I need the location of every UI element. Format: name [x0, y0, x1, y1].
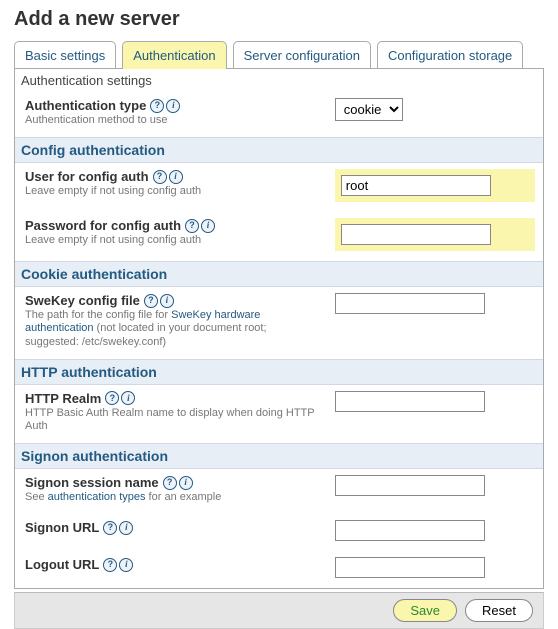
- swekey-label: SweKey config file: [25, 293, 140, 308]
- tab-bar: Basic settings Authentication Server con…: [0, 41, 558, 69]
- tab-authentication[interactable]: Authentication: [122, 41, 226, 69]
- auth-type-select[interactable]: cookie: [335, 98, 403, 121]
- row-http-realm: HTTP Realm ? i HTTP Basic Auth Realm nam…: [15, 385, 543, 443]
- http-realm-hint: HTTP Basic Auth Realm name to display wh…: [25, 407, 321, 433]
- row-swekey: SweKey config file ? i The path for the …: [15, 287, 543, 359]
- reset-button[interactable]: Reset: [465, 599, 533, 622]
- signon-url-input[interactable]: [335, 520, 485, 541]
- page-title: Add a new server: [14, 8, 558, 31]
- auth-type-hint: Authentication method to use: [25, 114, 321, 127]
- info-icon[interactable]: i: [119, 521, 133, 535]
- info-icon[interactable]: i: [169, 170, 183, 184]
- help-icon[interactable]: ?: [185, 219, 199, 233]
- info-icon[interactable]: i: [179, 476, 193, 490]
- group-signon-auth: Signon authentication: [15, 443, 543, 469]
- row-logout-url: Logout URL ? i: [15, 551, 543, 588]
- help-icon[interactable]: ?: [144, 294, 158, 308]
- panel-title: Authentication settings: [15, 69, 543, 92]
- info-icon[interactable]: i: [166, 99, 180, 113]
- tab-server-configuration[interactable]: Server configuration: [233, 41, 371, 69]
- info-icon[interactable]: i: [121, 391, 135, 405]
- signon-name-input[interactable]: [335, 475, 485, 496]
- signon-name-label: Signon session name: [25, 475, 159, 490]
- row-config-user: User for config auth ? i Leave empty if …: [15, 163, 543, 212]
- row-config-password: Password for config auth ? i Leave empty…: [15, 212, 543, 261]
- info-icon[interactable]: i: [160, 294, 174, 308]
- tab-basic-settings[interactable]: Basic settings: [14, 41, 116, 69]
- info-icon[interactable]: i: [119, 558, 133, 572]
- config-password-label: Password for config auth: [25, 218, 181, 233]
- help-icon[interactable]: ?: [153, 170, 167, 184]
- row-auth-type: Authentication type ? i Authentication m…: [15, 92, 543, 137]
- help-icon[interactable]: ?: [163, 476, 177, 490]
- swekey-hint: The path for the config file for SweKey …: [25, 309, 321, 349]
- signon-url-label: Signon URL: [25, 520, 99, 535]
- logout-url-input[interactable]: [335, 557, 485, 578]
- auth-type-label: Authentication type: [25, 98, 146, 113]
- http-realm-input[interactable]: [335, 391, 485, 412]
- config-user-input[interactable]: [341, 175, 491, 196]
- settings-panel: Authentication settings Authentication t…: [14, 68, 544, 589]
- tab-configuration-storage[interactable]: Configuration storage: [377, 41, 523, 69]
- group-cookie-auth: Cookie authentication: [15, 261, 543, 287]
- row-signon-name: Signon session name ? i See authenticati…: [15, 469, 543, 514]
- config-password-input[interactable]: [341, 224, 491, 245]
- config-user-hint: Leave empty if not using config auth: [25, 185, 321, 198]
- group-http-auth: HTTP authentication: [15, 359, 543, 385]
- help-icon[interactable]: ?: [150, 99, 164, 113]
- row-signon-url: Signon URL ? i: [15, 514, 543, 551]
- help-icon[interactable]: ?: [105, 391, 119, 405]
- logout-url-label: Logout URL: [25, 557, 99, 572]
- http-realm-label: HTTP Realm: [25, 391, 101, 406]
- swekey-input[interactable]: [335, 293, 485, 314]
- info-icon[interactable]: i: [201, 219, 215, 233]
- signon-name-hint: See authentication types for an example: [25, 491, 321, 504]
- config-user-label: User for config auth: [25, 169, 149, 184]
- config-password-hint: Leave empty if not using config auth: [25, 234, 321, 247]
- save-button[interactable]: Save: [393, 599, 457, 622]
- help-icon[interactable]: ?: [103, 521, 117, 535]
- help-icon[interactable]: ?: [103, 558, 117, 572]
- auth-types-link[interactable]: authentication types: [48, 491, 146, 503]
- footer-bar: Save Reset: [14, 592, 544, 629]
- group-config-auth: Config authentication: [15, 137, 543, 163]
